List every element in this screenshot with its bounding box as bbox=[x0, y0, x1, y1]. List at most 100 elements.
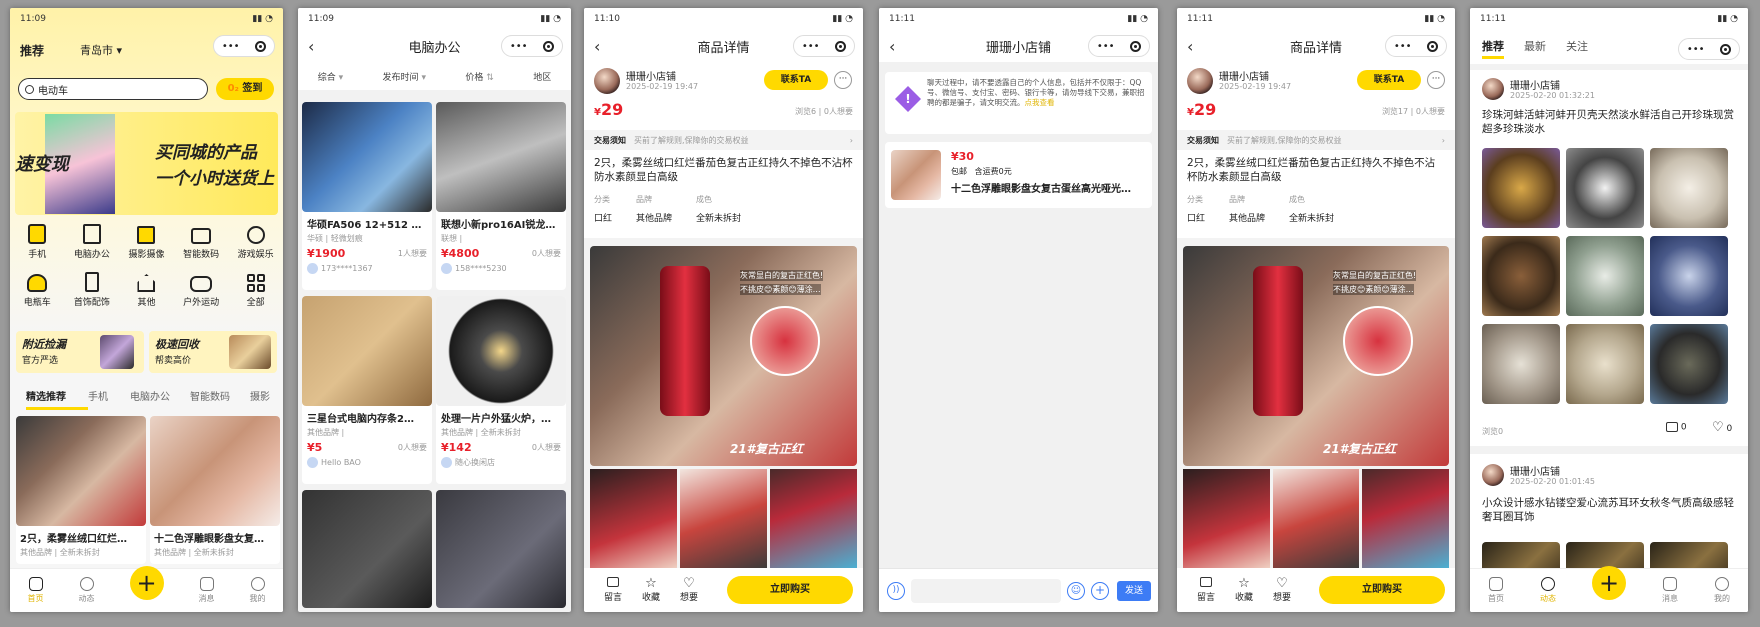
checkin-button[interactable]: 0₂ 签到 bbox=[216, 78, 274, 100]
user-avatar[interactable] bbox=[1482, 464, 1504, 486]
tab-featured[interactable]: 精选推荐 bbox=[26, 388, 88, 410]
voice-icon[interactable]: )) bbox=[887, 582, 905, 600]
close-target-icon[interactable] bbox=[543, 40, 555, 52]
pearl-photo[interactable] bbox=[1650, 324, 1728, 404]
close-target-icon[interactable] bbox=[1427, 40, 1439, 52]
mini-program-capsule[interactable]: ••• bbox=[1678, 38, 1740, 60]
trade-notice[interactable]: 交易须知 买前了解规则,保障你的交易权益 › bbox=[584, 130, 863, 150]
filter-default[interactable]: 综合 ▾ bbox=[318, 70, 343, 83]
pearl-photo[interactable] bbox=[1566, 236, 1644, 316]
mini-program-capsule[interactable]: ••• bbox=[1088, 35, 1150, 57]
emoji-icon[interactable]: ☺ bbox=[1067, 582, 1085, 600]
category-computer[interactable]: 电脑办公 bbox=[65, 224, 120, 260]
pearl-photo[interactable] bbox=[1650, 148, 1728, 228]
user-avatar[interactable] bbox=[1482, 78, 1504, 100]
more-options-icon[interactable]: ··· bbox=[834, 71, 852, 89]
more-icon[interactable]: ••• bbox=[510, 41, 528, 52]
more-icon[interactable]: ••• bbox=[1394, 41, 1412, 52]
like-button[interactable]: ♡ 0 bbox=[1712, 420, 1732, 435]
back-arrow-icon[interactable]: ‹ bbox=[889, 37, 895, 56]
category-camera[interactable]: 摄影摄像 bbox=[119, 224, 174, 260]
mini-program-capsule[interactable]: ••• bbox=[213, 35, 275, 57]
main-product-image[interactable]: 灰常显白的复古正红色! 不挑皮😊素颜😊薄涂… 21#复古正红 bbox=[1183, 246, 1449, 466]
favorite-button[interactable]: ☆ 收藏 bbox=[1225, 577, 1263, 603]
pearl-photo[interactable] bbox=[1566, 324, 1644, 404]
product-preview-card[interactable]: ¥30 包邮 含运费0元 十二色浮雕眼影盘女复古蛋丝高光哑光… bbox=[885, 142, 1152, 208]
pearl-photo[interactable] bbox=[1650, 236, 1728, 316]
promo-recycle[interactable]: 极速回收 帮卖高价 bbox=[149, 331, 277, 373]
tab-digital[interactable]: 智能数码 bbox=[190, 388, 250, 410]
more-icon[interactable]: ••• bbox=[802, 41, 820, 52]
category-jewelry[interactable]: 首饰配饰 bbox=[65, 272, 120, 308]
favorite-button[interactable]: ☆ 收藏 bbox=[632, 577, 670, 603]
more-options-icon[interactable]: ··· bbox=[1427, 71, 1445, 89]
back-arrow-icon[interactable]: ‹ bbox=[1187, 37, 1193, 56]
want-button[interactable]: ♡ 想要 bbox=[1263, 577, 1301, 603]
close-target-icon[interactable] bbox=[255, 40, 267, 52]
search-input[interactable]: 电动车 bbox=[18, 78, 208, 100]
product-image[interactable] bbox=[302, 490, 432, 608]
tab-feed[interactable]: 动态 bbox=[1540, 577, 1556, 604]
trade-notice[interactable]: 交易须知 买前了解规则,保障你的交易权益 › bbox=[1177, 130, 1455, 150]
pearl-photo[interactable] bbox=[1482, 148, 1560, 228]
back-arrow-icon[interactable]: ‹ bbox=[308, 37, 314, 56]
mini-program-capsule[interactable]: ••• bbox=[1385, 35, 1447, 57]
tab-latest[interactable]: 最新 bbox=[1524, 38, 1546, 59]
mini-program-capsule[interactable]: ••• bbox=[793, 35, 855, 57]
tab-home[interactable]: 首页 bbox=[1488, 577, 1504, 604]
buy-now-button[interactable]: 立即购买 bbox=[1319, 576, 1445, 604]
category-digital[interactable]: 智能数码 bbox=[174, 224, 229, 260]
filter-time[interactable]: 发布时间 ▾ bbox=[383, 70, 426, 83]
product-card[interactable]: 联想小新pro16AI锐龙… 联想 | ¥4800 0人想要 158****523… bbox=[436, 102, 566, 290]
pearl-photo[interactable] bbox=[1482, 236, 1560, 316]
message-input[interactable] bbox=[911, 579, 1061, 603]
shop-name[interactable]: 珊珊小店铺 bbox=[1219, 68, 1269, 83]
shop-avatar[interactable] bbox=[594, 68, 620, 94]
category-phone[interactable]: 手机 bbox=[10, 224, 65, 260]
promo-nearby[interactable]: 附近捡漏 官方严选 bbox=[16, 331, 144, 373]
city-selector[interactable]: 青岛市 ▾ bbox=[80, 42, 122, 58]
contact-button[interactable]: 联系TA bbox=[764, 70, 828, 90]
post-card[interactable]: 珊珊小店铺 2025-02-20 01:32:21 珍珠河蚌活蚌河蚌开贝壳天然淡… bbox=[1470, 70, 1748, 446]
pearl-photo[interactable] bbox=[1566, 148, 1644, 228]
want-button[interactable]: ♡ 想要 bbox=[670, 577, 708, 603]
close-target-icon[interactable] bbox=[1720, 43, 1732, 55]
tab-messages[interactable]: 消息 bbox=[199, 577, 215, 604]
add-icon[interactable]: + bbox=[1091, 582, 1109, 600]
tab-phone[interactable]: 手机 bbox=[88, 388, 130, 410]
tab-camera[interactable]: 摄影 bbox=[250, 388, 280, 410]
more-icon[interactable]: ••• bbox=[1687, 44, 1705, 55]
product-card[interactable]: 十二色浮雕眼影盘女复… 其他品牌 | 全新未拆封 bbox=[150, 416, 280, 564]
product-card[interactable]: 三星台式电脑内存条2… 其他品牌 | ¥5 0人想要 Hello BAO bbox=[302, 296, 432, 484]
category-all[interactable]: 全部 bbox=[228, 272, 283, 308]
tab-computer[interactable]: 电脑办公 bbox=[130, 388, 190, 410]
more-icon[interactable]: ••• bbox=[1097, 41, 1115, 52]
publish-button[interactable]: + bbox=[1592, 565, 1626, 600]
gallery-image[interactable] bbox=[590, 469, 677, 569]
tab-messages[interactable]: 消息 bbox=[1662, 577, 1678, 604]
product-card[interactable]: 华硕FA506 12+512 … 华硕 | 轻微划痕 ¥1900 1人想要 173… bbox=[302, 102, 432, 290]
gallery-image[interactable] bbox=[1183, 469, 1270, 569]
product-card[interactable]: 处理一片户外猛火炉，… 其他品牌 | 全新未拆封 ¥142 0人想要 随心换闲店 bbox=[436, 296, 566, 484]
tab-recommend[interactable]: 推荐 bbox=[1482, 38, 1504, 59]
category-games[interactable]: 游戏娱乐 bbox=[228, 224, 283, 260]
shop-name[interactable]: 珊珊小店铺 bbox=[626, 68, 676, 83]
send-button[interactable]: 发送 bbox=[1117, 581, 1151, 601]
pearl-photo[interactable] bbox=[1482, 324, 1560, 404]
banner[interactable]: 速变现 买同城的产品 一个小时送货上 bbox=[15, 112, 278, 215]
gallery-image[interactable] bbox=[770, 469, 857, 569]
close-target-icon[interactable] bbox=[1130, 40, 1142, 52]
tab-following[interactable]: 关注 bbox=[1566, 38, 1588, 59]
gallery-image[interactable] bbox=[1362, 469, 1449, 569]
product-image[interactable] bbox=[436, 490, 566, 608]
gallery-image[interactable] bbox=[680, 469, 767, 569]
contact-button[interactable]: 联系TA bbox=[1357, 70, 1421, 90]
publish-button[interactable]: + bbox=[129, 565, 164, 600]
filter-region[interactable]: 地区 bbox=[533, 70, 551, 83]
back-arrow-icon[interactable]: ‹ bbox=[594, 37, 600, 56]
more-icon[interactable]: ••• bbox=[222, 41, 240, 52]
main-product-image[interactable]: 灰常显白的复古正红色! 不挑皮😊素颜😊薄涂… 21#复古正红 bbox=[590, 246, 857, 466]
warning-link[interactable]: 点我查看 bbox=[1025, 98, 1055, 107]
category-ebike[interactable]: 电瓶车 bbox=[10, 272, 65, 308]
comment-button[interactable]: 留言 bbox=[594, 577, 632, 603]
